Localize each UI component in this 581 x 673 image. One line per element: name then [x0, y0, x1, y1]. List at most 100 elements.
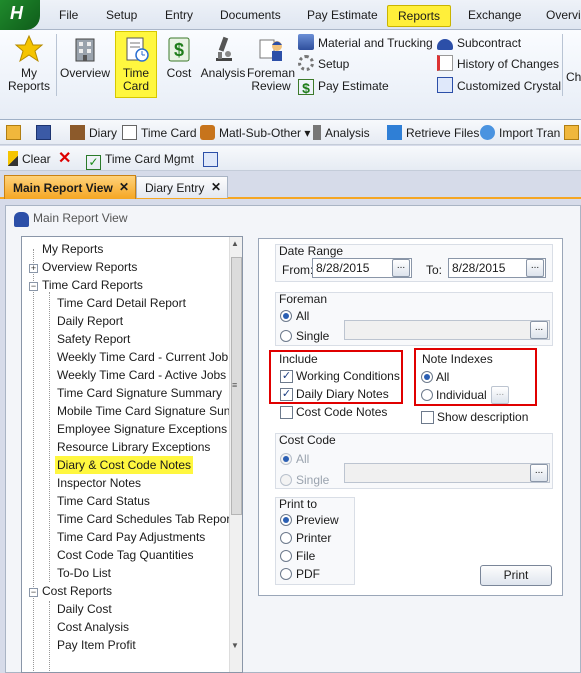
tree-item-diary-cost-code-notes[interactable]: Diary & Cost Code Notes	[55, 456, 194, 474]
retrieve-files-label: Retrieve Files	[406, 126, 480, 140]
time-card-label-1: Time	[122, 66, 150, 80]
note-indexes-picker-button[interactable]: ...	[491, 386, 509, 404]
report-manager-icon[interactable]	[203, 152, 218, 167]
app-logo[interactable]: H	[0, 0, 40, 30]
cost-code-all-radio[interactable]	[280, 453, 292, 465]
analysis-button[interactable]: Analysis	[200, 32, 246, 98]
tree-item-time-card-status[interactable]: Time Card Status	[55, 492, 152, 510]
tree-item-time-card-reports[interactable]: Time Card Reports	[40, 276, 145, 294]
show-description-checkbox[interactable]	[421, 411, 434, 424]
preview-radio[interactable]	[280, 514, 292, 526]
history-of-changes-button[interactable]: History of Changes	[437, 54, 559, 74]
tree-item-weekly-active[interactable]: Weekly Time Card - Active Jobs	[55, 366, 228, 384]
tree-item-pay-item-profit[interactable]: Pay Item Profit	[55, 636, 138, 654]
import-tran-button[interactable]: Import Tran	[480, 124, 560, 142]
print-button[interactable]: Print	[480, 565, 552, 586]
scroll-up-icon[interactable]: ▲	[231, 239, 239, 248]
tree-item-my-reports[interactable]: My Reports	[40, 240, 105, 258]
foreman-single-radio[interactable]	[280, 330, 292, 342]
time-card-mgmt-button[interactable]: ✓ Time Card Mgmt	[86, 150, 194, 170]
tree-item-cost-reports[interactable]: Cost Reports	[40, 582, 114, 600]
menu-reports[interactable]: Reports	[387, 5, 452, 27]
menu-file[interactable]: File	[59, 8, 78, 26]
tree-item-mobile-signature[interactable]: Mobile Time Card Signature Sun	[55, 402, 232, 420]
close-icon[interactable]: ✕	[211, 180, 221, 194]
ribbon-separator	[56, 34, 57, 96]
diary-button[interactable]: Diary	[70, 124, 117, 142]
retrieve-files-button[interactable]: Retrieve Files	[387, 124, 479, 142]
tree-item-daily-report[interactable]: Daily Report	[55, 312, 125, 330]
cost-button[interactable]: $ Cost	[161, 32, 197, 98]
tree-item-tag-quantities[interactable]: Cost Code Tag Quantities	[55, 546, 196, 564]
analysis-toolbar-button[interactable]: Analysis	[313, 124, 370, 142]
expand-icon[interactable]: +	[29, 264, 38, 273]
ribbon-cut-label[interactable]: Ch	[566, 70, 581, 84]
tree-item-overview-reports[interactable]: Overview Reports	[40, 258, 139, 276]
tree-item-weekly-current[interactable]: Weekly Time Card - Current Job	[55, 348, 230, 366]
open-folder-icon[interactable]	[6, 125, 21, 140]
customized-crystal-button[interactable]: Customized Crystal	[437, 76, 561, 96]
menu-exchange[interactable]: Exchange	[468, 8, 521, 26]
tree-item-resource-library[interactable]: Resource Library Exceptions	[55, 438, 212, 456]
daily-diary-notes-checkbox[interactable]: ✓	[280, 388, 293, 401]
menu-pay-estimate[interactable]: Pay Estimate	[307, 8, 378, 26]
pay-estimate-ribbon-button[interactable]: $ Pay Estimate	[298, 76, 389, 96]
tree-line	[33, 249, 34, 672]
printer-radio[interactable]	[280, 532, 292, 544]
tree-item-to-do-list[interactable]: To-Do List	[55, 564, 113, 582]
foreman-all-radio[interactable]	[280, 310, 292, 322]
tree-item-signature-summary[interactable]: Time Card Signature Summary	[55, 384, 224, 402]
tab-main-report-view[interactable]: Main Report View ✕	[4, 175, 136, 199]
close-icon[interactable]: ✕	[119, 180, 129, 194]
working-conditions-checkbox[interactable]: ✓	[280, 370, 293, 383]
note-indexes-all-radio[interactable]	[421, 371, 433, 383]
pdf-radio[interactable]	[280, 568, 292, 580]
setup-ribbon-button[interactable]: Setup	[298, 54, 349, 74]
time-card-button[interactable]: Time Card	[115, 31, 157, 98]
menu-entry[interactable]: Entry	[165, 8, 193, 26]
tree-label: Cost Reports	[42, 584, 113, 598]
foreman-select[interactable]	[344, 320, 550, 340]
foreman-review-button[interactable]: Foreman Review	[247, 32, 295, 98]
from-date-picker-button[interactable]: ...	[392, 259, 410, 277]
tree-item-schedules-tab[interactable]: Time Card Schedules Tab Report	[55, 510, 236, 528]
collapse-icon[interactable]: −	[29, 588, 38, 597]
tree-item-safety-report[interactable]: Safety Report	[55, 330, 132, 348]
cost-code-single-radio[interactable]	[280, 474, 292, 486]
folder-icon[interactable]	[564, 125, 579, 140]
menu-setup[interactable]: Setup	[106, 8, 137, 26]
foreman-picker-button[interactable]: ...	[530, 321, 548, 339]
tree-item-inspector-notes[interactable]: Inspector Notes	[55, 474, 143, 492]
save-icon[interactable]	[36, 125, 51, 140]
clear-button[interactable]: Clear	[8, 150, 51, 168]
cost-code-picker-button[interactable]: ...	[530, 464, 548, 482]
menu-overview[interactable]: Overvie	[546, 8, 581, 26]
tab-main-label: Main Report View	[13, 181, 113, 195]
cost-code-notes-checkbox[interactable]	[280, 406, 293, 419]
material-trucking-button[interactable]: Material and Trucking	[298, 33, 433, 53]
my-reports-button[interactable]: My Reports	[6, 32, 52, 98]
truck-icon	[298, 34, 314, 50]
menu-documents[interactable]: Documents	[220, 8, 281, 26]
time-card-toolbar-button[interactable]: Time Card	[122, 124, 197, 142]
pencil-icon	[8, 151, 18, 166]
file-radio[interactable]	[280, 550, 292, 562]
note-indexes-individual-radio[interactable]	[421, 389, 433, 401]
date-range-label: Date Range	[279, 244, 344, 258]
tree-label: Overview Reports	[42, 260, 138, 274]
report-icon	[437, 77, 453, 93]
collapse-icon[interactable]: −	[29, 282, 38, 291]
tree-item-daily-cost[interactable]: Daily Cost	[55, 600, 114, 618]
delete-icon[interactable]: ✕	[58, 150, 71, 168]
tree-item-cost-analysis[interactable]: Cost Analysis	[55, 618, 131, 636]
tab-diary-entry[interactable]: Diary Entry ✕	[136, 176, 228, 198]
scroll-down-icon[interactable]: ▼	[231, 641, 239, 650]
tree-item-employee-signature[interactable]: Employee Signature Exceptions	[55, 420, 229, 438]
subcontract-button[interactable]: Subcontract	[437, 33, 521, 53]
matl-sub-other-button[interactable]: Matl-Sub-Other ▾	[200, 124, 310, 142]
tree-item-pay-adjustments[interactable]: Time Card Pay Adjustments	[55, 528, 207, 546]
tree-item-time-card-detail[interactable]: Time Card Detail Report	[55, 294, 188, 312]
to-date-picker-button[interactable]: ...	[526, 259, 544, 277]
overview-button[interactable]: Overview	[60, 32, 110, 98]
cost-code-select[interactable]	[344, 463, 550, 483]
